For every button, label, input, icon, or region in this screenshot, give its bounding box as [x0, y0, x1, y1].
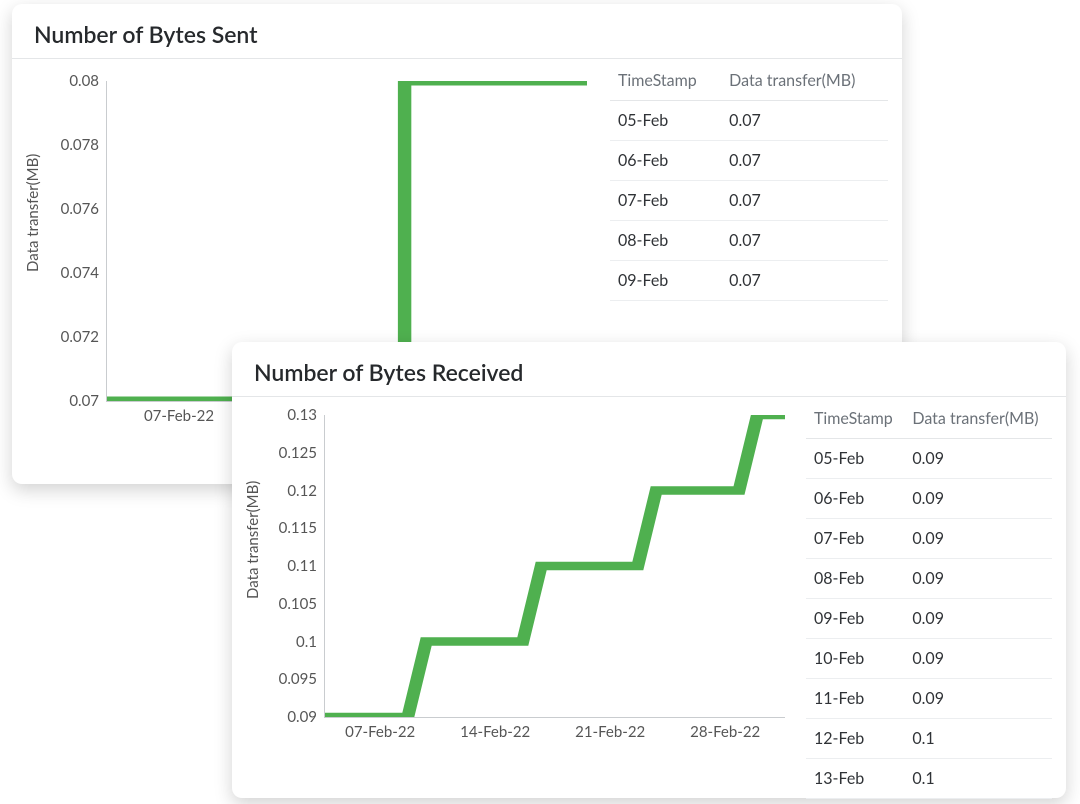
plot-area: 0.09 0.095 0.1 0.105 0.11 0.115 0.12 0.1… [324, 415, 785, 718]
col-transfer: Data transfer(MB) [721, 65, 888, 101]
table-row: 07-Feb0.07 [610, 181, 888, 221]
table-row: 07-Feb0.09 [806, 519, 1052, 559]
table-row: 05-Feb0.07 [610, 101, 888, 141]
y-axis-label: Data transfer(MB) [244, 481, 262, 599]
y-tick: 0.07 [69, 392, 107, 410]
table-row: 06-Feb0.09 [806, 479, 1052, 519]
table-row: 05-Feb0.09 [806, 439, 1052, 479]
table-row: 12-Feb0.1 [806, 719, 1052, 759]
table-row: 11-Feb0.09 [806, 679, 1052, 719]
table-row: 10-Feb0.09 [806, 639, 1052, 679]
x-tick: 07-Feb-22 [345, 717, 415, 741]
y-tick: 0.074 [61, 264, 107, 282]
x-tick: 28-Feb-22 [690, 717, 760, 741]
y-tick: 0.12 [287, 482, 325, 500]
y-axis-label: Data transfer(MB) [24, 154, 42, 272]
col-timestamp: TimeStamp [610, 65, 721, 101]
card-title: Number of Bytes Sent [12, 4, 902, 58]
y-tick: 0.078 [61, 136, 107, 154]
card-title: Number of Bytes Received [232, 342, 1066, 396]
x-tick: 14-Feb-22 [460, 717, 530, 741]
y-tick: 0.076 [61, 200, 107, 218]
table-row: 06-Feb0.07 [610, 141, 888, 181]
y-tick: 0.08 [69, 72, 107, 90]
col-transfer: Data transfer(MB) [904, 403, 1052, 439]
table-row: 08-Feb0.09 [806, 559, 1052, 599]
table-row: 08-Feb0.07 [610, 221, 888, 261]
divider [232, 396, 1066, 397]
chart-bytes-received: Data transfer(MB) 0.09 0.095 0.1 0.105 0… [238, 401, 794, 761]
y-tick: 0.1 [296, 633, 325, 651]
card-body: Data transfer(MB) 0.09 0.095 0.1 0.105 0… [232, 401, 1066, 803]
data-table-received: TimeStamp Data transfer(MB) 05-Feb0.09 0… [794, 401, 1052, 799]
y-tick: 0.125 [279, 444, 325, 462]
y-tick: 0.13 [287, 406, 325, 424]
col-timestamp: TimeStamp [806, 403, 904, 439]
y-tick: 0.09 [287, 708, 325, 726]
table-row: 09-Feb0.07 [610, 261, 888, 301]
divider [12, 58, 902, 59]
card-bytes-received: Number of Bytes Received Data transfer(M… [232, 342, 1066, 798]
table-row: 13-Feb0.1 [806, 759, 1052, 799]
table-row: 09-Feb0.09 [806, 599, 1052, 639]
y-tick: 0.105 [279, 595, 325, 613]
y-tick: 0.115 [279, 519, 325, 537]
y-tick: 0.072 [61, 328, 107, 346]
line-series [325, 415, 785, 717]
y-tick: 0.11 [287, 557, 325, 575]
x-tick: 21-Feb-22 [575, 717, 645, 741]
y-tick: 0.095 [279, 670, 325, 688]
x-tick: 07-Feb-22 [144, 401, 214, 425]
